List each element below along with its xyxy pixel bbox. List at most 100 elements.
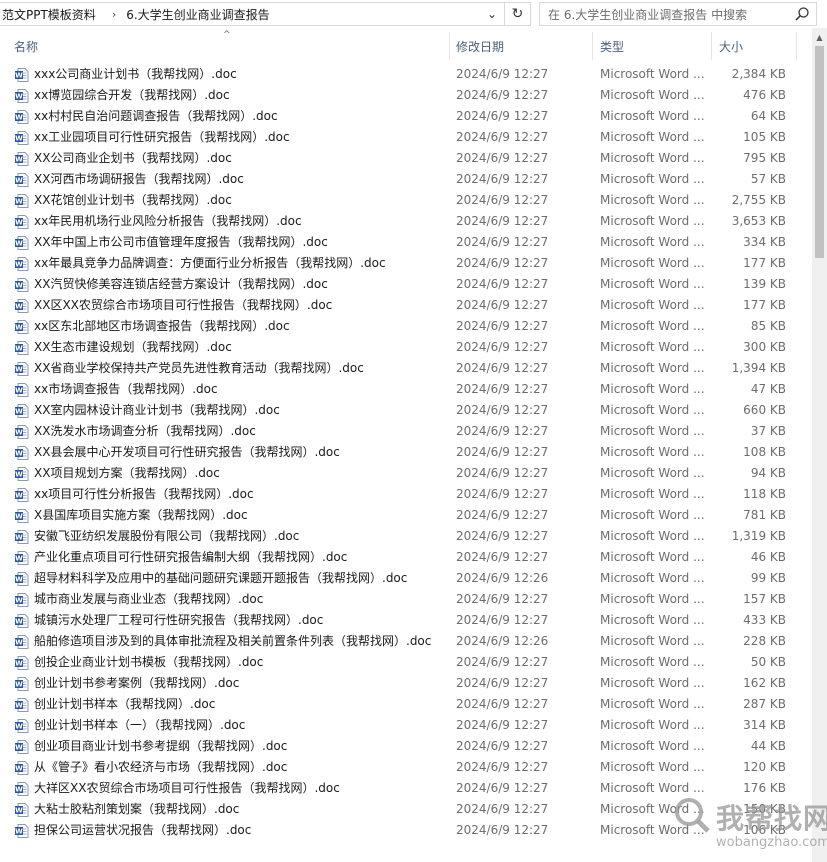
- breadcrumb-parent[interactable]: 范文PPT模板资料: [0, 6, 96, 23]
- file-row[interactable]: W XX室内园林设计商业计划书（我帮找网）.doc 2024/6/9 12:27 Mi…: [0, 400, 812, 421]
- word-doc-icon: W: [15, 488, 29, 502]
- file-row[interactable]: Wxxx公司商业计划书（我帮找网）.doc 2024/6/9 12:27 Micro…: [0, 64, 812, 85]
- column-divider[interactable]: [592, 32, 593, 60]
- file-row[interactable]: W XX汽贸快修美容连锁店经营方案设计（我帮找网）.doc 2024/6/9 12:…: [0, 274, 812, 295]
- file-row[interactable]: Wxx工业园项目可行性研究报告（我帮找网）.doc 2024/6/9 12:27 M…: [0, 127, 812, 148]
- word-doc-icon: W: [15, 68, 29, 82]
- file-date: 2024/6/9 12:27: [456, 466, 549, 480]
- file-name: 担保公司运营状况报告（我帮找网）.doc: [34, 823, 252, 837]
- file-date: 2024/6/9 12:27: [456, 823, 549, 837]
- file-name: 超导材料科学及应用中的基础问题研究课题开题报告（我帮找网）.doc: [34, 571, 408, 585]
- column-divider[interactable]: [449, 32, 450, 60]
- svg-text:W: W: [15, 555, 23, 563]
- file-name: xx市场调查报告（我帮找网）.doc: [34, 382, 218, 396]
- file-row[interactable]: Wxx项目可行性分析报告（我帮找网）.doc 2024/6/9 12:27 Micr…: [0, 484, 812, 505]
- file-row[interactable]: W 城镇污水处理厂工程可行性研究报告（我帮找网）.doc 2024/6/9 12:2…: [0, 610, 812, 631]
- column-header-date[interactable]: 修改日期: [456, 38, 504, 55]
- file-date: 2024/6/9 12:27: [456, 487, 549, 501]
- file-size: 157 KB: [743, 592, 786, 606]
- column-divider[interactable]: [796, 32, 797, 60]
- file-size: 228 KB: [743, 634, 786, 648]
- file-type: Microsoft Word ...: [600, 319, 705, 333]
- svg-text:W: W: [15, 807, 23, 815]
- file-date: 2024/6/9 12:27: [456, 760, 549, 774]
- file-size: 85 KB: [750, 319, 786, 333]
- file-date: 2024/6/9 12:27: [456, 88, 549, 102]
- file-size: 139 KB: [743, 277, 786, 291]
- file-row[interactable]: Wxx年民用机场行业风险分析报告（我帮找网）.doc 2024/6/9 12:27…: [0, 211, 812, 232]
- file-row[interactable]: W 创业项目商业计划书参考提纲（我帮找网）.doc 2024/6/9 12:27 Mi…: [0, 736, 812, 757]
- file-row[interactable]: W XX生态市建设规划（我帮找网）.doc 2024/6/9 12:27 Micros…: [0, 337, 812, 358]
- address-bar[interactable]: 范文PPT模板资料 › 6.大学生创业商业调查报告 ⌄ ↻: [0, 2, 531, 26]
- file-name: xx工业园项目可行性研究报告（我帮找网）.doc: [34, 130, 290, 144]
- address-dropdown-icon[interactable]: ⌄: [482, 3, 502, 25]
- file-row[interactable]: W 城市商业发展与商业业态（我帮找网）.doc 2024/6/9 12:27 Micr…: [0, 589, 812, 610]
- file-name: xx年最具竞争力品牌调查：方便面行业分析报告（我帮找网）.doc: [34, 256, 386, 270]
- refresh-icon[interactable]: ↻: [504, 3, 530, 25]
- breadcrumb-separator-icon[interactable]: ›: [112, 8, 116, 21]
- word-doc-icon: W: [15, 257, 29, 271]
- file-row[interactable]: W XX县会展中心开发项目可行性研究报告（我帮找网）.doc 2024/6/9 12…: [0, 442, 812, 463]
- search-input[interactable]: 在 6.大学生创业商业调查报告 中搜索: [548, 6, 747, 23]
- file-date: 2024/6/9 12:27: [456, 718, 549, 732]
- file-date: 2024/6/9 12:27: [456, 130, 549, 144]
- column-header-type[interactable]: 类型: [600, 38, 624, 55]
- file-row[interactable]: W 产业化重点项目可行性研究报告编制大纲（我帮找网）.doc 2024/6/9 12…: [0, 547, 812, 568]
- svg-text:W: W: [15, 408, 23, 416]
- file-row[interactable]: W XX区XX农贸综合市场项目可行性报告（我帮找网）.doc 2024/6/9 12…: [0, 295, 812, 316]
- vertical-scrollbar[interactable]: ▲: [812, 28, 827, 862]
- file-name: X县国库项目实施方案（我帮找网）.doc: [34, 508, 248, 522]
- file-row[interactable]: Wxx市场调查报告（我帮找网）.doc 2024/6/9 12:27 Microso…: [0, 379, 812, 400]
- svg-text:W: W: [15, 744, 23, 752]
- breadcrumb-current[interactable]: 6.大学生创业商业调查报告: [124, 6, 269, 23]
- column-divider[interactable]: [711, 32, 712, 60]
- column-header-size[interactable]: 大小: [719, 38, 743, 55]
- svg-text:W: W: [15, 240, 23, 248]
- svg-text:W: W: [15, 198, 23, 206]
- file-row[interactable]: W XX公司商业企划书（我帮找网）.doc 2024/6/9 12:27 Micros…: [0, 148, 812, 169]
- file-row[interactable]: W XX洗发水市场调查分析（我帮找网）.doc 2024/6/9 12:27 Micr…: [0, 421, 812, 442]
- file-name: 产业化重点项目可行性研究报告编制大纲（我帮找网）.doc: [34, 550, 348, 564]
- word-doc-icon: W: [15, 656, 29, 670]
- file-row[interactable]: W 从《管子》看小农经济与市场（我帮找网）.doc 2024/6/9 12:27 Mi…: [0, 757, 812, 778]
- file-row[interactable]: W XX项目规划方案（我帮找网）.doc 2024/6/9 12:27 Microso…: [0, 463, 812, 484]
- file-row[interactable]: W 安徽飞亚纺织发展股份有限公司（我帮找网）.doc 2024/6/9 12:27 M…: [0, 526, 812, 547]
- file-name: XX县会展中心开发项目可行性研究报告（我帮找网）.doc: [34, 445, 340, 459]
- scroll-up-icon[interactable]: ▲: [812, 30, 827, 44]
- search-box[interactable]: 在 6.大学生创业商业调查报告 中搜索: [539, 2, 817, 26]
- file-row[interactable]: W XX河西市场调研报告（我帮找网）.doc 2024/6/9 12:27 Micro…: [0, 169, 812, 190]
- svg-text:W: W: [15, 72, 23, 80]
- file-row[interactable]: W 创业计划书样本（一）（我帮找网）.doc 2024/6/9 12:27 Micro…: [0, 715, 812, 736]
- file-row[interactable]: Wxx年最具竞争力品牌调查：方便面行业分析报告（我帮找网）.doc 2024/6/…: [0, 253, 812, 274]
- file-type: Microsoft Word ...: [600, 424, 705, 438]
- file-row[interactable]: W XX年中国上市公司市值管理年度报告（我帮找网）.doc 2024/6/9 12:…: [0, 232, 812, 253]
- file-name: 大粘士胶粘剂策划案（我帮找网）.doc: [34, 802, 240, 816]
- scrollbar-thumb[interactable]: [815, 46, 824, 258]
- file-size: 660 KB: [743, 403, 786, 417]
- word-doc-icon: W: [15, 362, 29, 376]
- file-row[interactable]: W 创业计划书样本（我帮找网）.doc 2024/6/9 12:27 Microsof…: [0, 694, 812, 715]
- file-row[interactable]: W XX省商业学校保持共产党员先进性教育活动（我帮找网）.doc 2024/6/9 …: [0, 358, 812, 379]
- file-row[interactable]: W 船舶修造项目涉及到的具体审批流程及相关前置条件列表（我帮找网）.doc 2024…: [0, 631, 812, 652]
- file-row[interactable]: Wxx村村民自治问题调查报告（我帮找网）.doc 2024/6/9 12:27 Mi…: [0, 106, 812, 127]
- file-name: XX花馆创业计划书（我帮找网）.doc: [34, 193, 232, 207]
- file-type: Microsoft Word ...: [600, 781, 705, 795]
- search-icon[interactable]: [794, 6, 810, 22]
- svg-text:W: W: [15, 387, 23, 395]
- file-type: Microsoft Word ...: [600, 508, 705, 522]
- file-row[interactable]: Wxx区东北部地区市场调查报告（我帮找网）.doc 2024/6/9 12:27 M…: [0, 316, 812, 337]
- file-row[interactable]: W X县国库项目实施方案（我帮找网）.doc 2024/6/9 12:27 Micro…: [0, 505, 812, 526]
- file-row[interactable]: W 创投企业商业计划书模板（我帮找网）.doc 2024/6/9 12:27 Micr…: [0, 652, 812, 673]
- column-header-name[interactable]: 名称: [14, 38, 38, 55]
- word-doc-icon: W: [15, 173, 29, 187]
- file-type: Microsoft Word ...: [600, 550, 705, 564]
- file-date: 2024/6/9 12:27: [456, 235, 549, 249]
- file-date: 2024/6/9 12:27: [456, 256, 549, 270]
- file-row[interactable]: W 超导材料科学及应用中的基础问题研究课题开题报告（我帮找网）.doc 2024/6…: [0, 568, 812, 589]
- file-row[interactable]: Wxx博览园综合开发（我帮找网）.doc 2024/6/9 12:27 Micros…: [0, 85, 812, 106]
- word-doc-icon: W: [15, 194, 29, 208]
- svg-text:W: W: [15, 534, 23, 542]
- file-type: Microsoft Word ...: [600, 67, 705, 81]
- file-row[interactable]: W 创业计划书参考案例（我帮找网）.doc 2024/6/9 12:27 Micros…: [0, 673, 812, 694]
- file-row[interactable]: W XX花馆创业计划书（我帮找网）.doc 2024/6/9 12:27 Micros…: [0, 190, 812, 211]
